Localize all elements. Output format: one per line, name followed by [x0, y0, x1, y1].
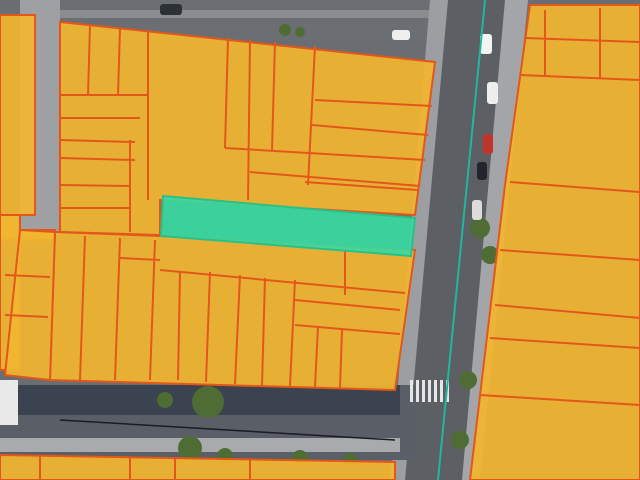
map-canvas[interactable] [0, 0, 640, 480]
map-svg[interactable] [0, 0, 640, 480]
white-roof [0, 380, 18, 425]
parcel-block-south[interactable] [48, 230, 417, 392]
sidewalk-top [40, 10, 440, 18]
